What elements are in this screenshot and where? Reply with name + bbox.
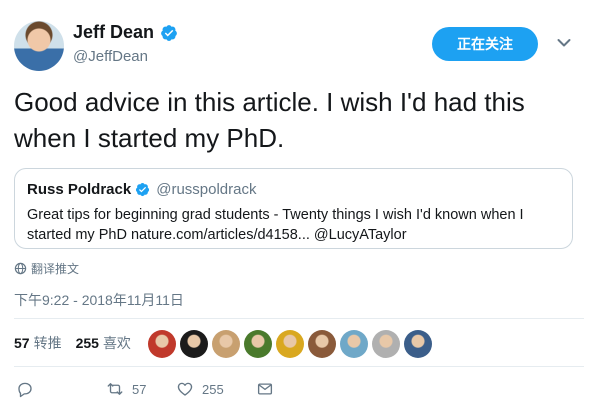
quoted-tweet-card[interactable]: Russ Poldrack @russpoldrack Great tips f… [14,168,573,249]
liker-avatar[interactable] [404,330,432,358]
like-button[interactable]: 255 [176,380,224,398]
liker-avatar[interactable] [244,330,272,358]
retweets-label: 转推 [33,335,62,351]
likes-label: 喜欢 [102,335,131,351]
quoted-author-handle: @russpoldrack [156,181,257,198]
author-name[interactable]: Jeff Dean [73,22,154,43]
verified-badge-icon [161,24,177,41]
quoted-tweet-text: Great tips for beginning grad students -… [27,207,524,243]
liker-avatar[interactable] [340,330,368,358]
quoted-author-name: Russ Poldrack [27,181,132,198]
liker-avatar[interactable] [148,330,176,358]
envelope-icon [257,383,273,395]
retweet-button[interactable]: 57 [106,380,146,398]
quoted-tweet-header: Russ Poldrack @russpoldrack [27,181,256,198]
tweet-text: Good advice in this article. I wish I'd … [14,87,525,153]
direct-message-button[interactable] [256,380,274,398]
heart-icon [177,382,193,396]
tweet-stats: 57 转推 255 喜欢 [14,333,145,353]
liker-avatar[interactable] [212,330,240,358]
following-button[interactable]: 正在关注 [432,27,538,61]
verified-badge-icon [136,182,150,197]
tweet-actions: 57 255 [14,380,294,400]
liker-avatar[interactable] [372,330,400,358]
retweet-icon [107,383,123,395]
author-handle[interactable]: @JeffDean [73,48,148,65]
retweets-stat[interactable]: 57 转推 [14,333,62,353]
liker-avatar[interactable] [180,330,208,358]
divider [14,366,584,367]
retweet-count: 57 [132,381,147,397]
liker-avatar[interactable] [276,330,304,358]
author-name-row: Jeff Dean [73,22,178,43]
reply-button[interactable] [16,380,34,398]
divider [14,318,584,319]
author-avatar[interactable] [14,21,64,71]
tweet-timestamp[interactable]: 下午9:22 - 2018年11月11日 [14,290,184,310]
reply-icon [18,382,32,398]
chevron-down-icon[interactable] [557,38,571,48]
likes-stat[interactable]: 255 喜欢 [76,333,131,353]
like-count: 255 [202,381,224,397]
translate-tweet-link[interactable]: 翻译推文 [14,260,79,277]
likes-count: 255 [75,335,99,351]
liker-avatars [148,330,432,358]
retweets-count: 57 [14,335,30,351]
liker-avatar[interactable] [308,330,336,358]
globe-icon [14,262,27,275]
translate-label: 翻译推文 [31,262,80,276]
